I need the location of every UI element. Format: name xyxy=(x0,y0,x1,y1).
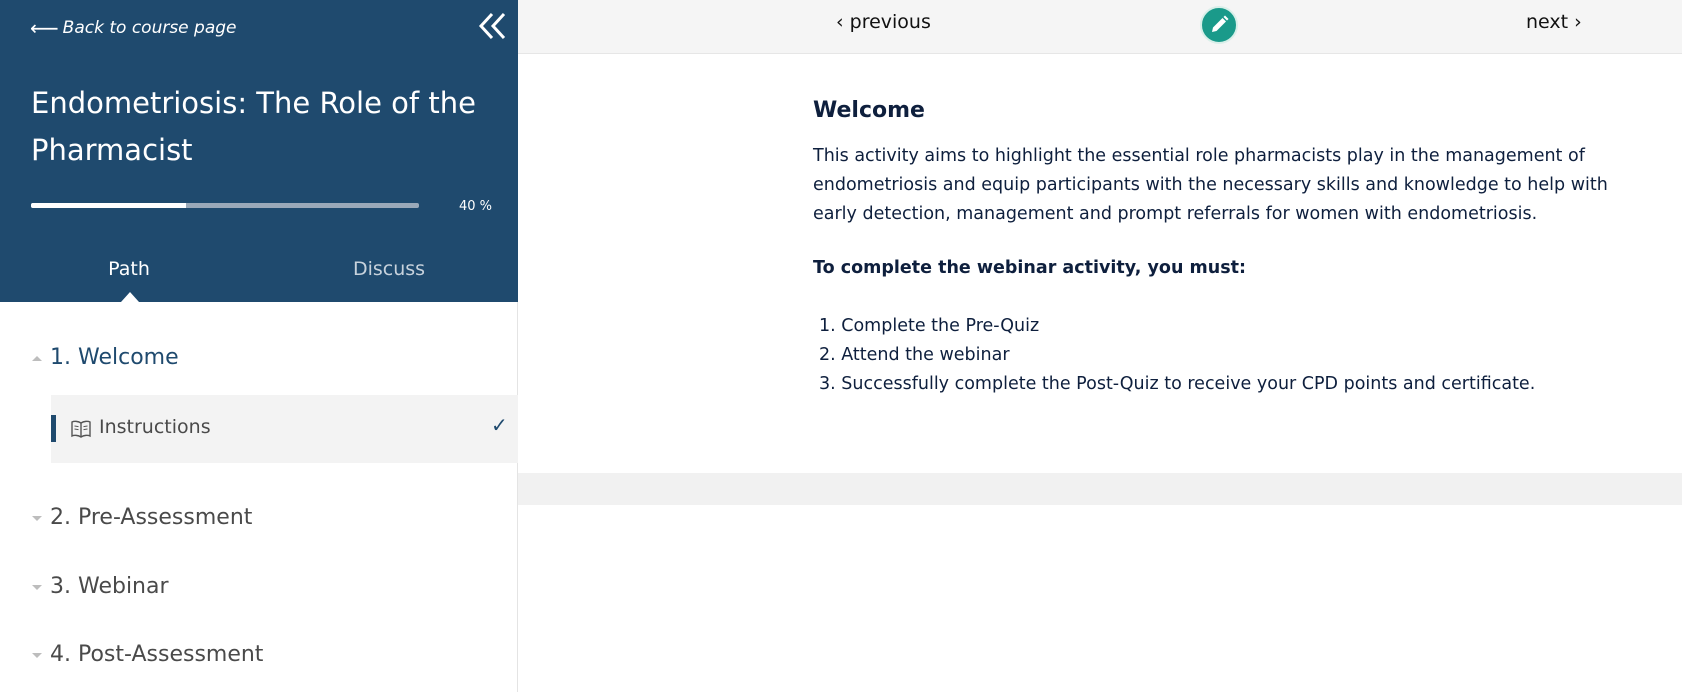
caret-down-icon xyxy=(32,652,42,658)
requirements-list: 1. Complete the Pre-Quiz 2. Attend the w… xyxy=(813,312,1643,399)
active-tab-indicator xyxy=(121,292,139,302)
list-item: 3. Successfully complete the Post-Quiz t… xyxy=(819,374,1536,394)
progress-percent: 40 % xyxy=(458,199,492,214)
section-pre-assessment[interactable]: 2. Pre-Assessment xyxy=(30,505,252,530)
arrow-left-icon: ⟵ xyxy=(30,16,59,40)
section-label: 1. Welcome xyxy=(50,345,179,370)
course-title: Endometriosis: The Role of the Pharmacis… xyxy=(31,86,476,167)
active-lesson-marker xyxy=(51,415,56,442)
back-to-course-link[interactable]: ⟵ Back to course page xyxy=(30,16,237,40)
caret-up-icon xyxy=(32,355,42,361)
section-label: 3. Webinar xyxy=(50,574,169,599)
lesson-intro: This activity aims to highlight the esse… xyxy=(813,146,1608,224)
list-item: 2. Attend the webinar xyxy=(819,345,1010,365)
sidebar-header: ⟵ Back to course page Endometriosis: The… xyxy=(0,0,518,302)
section-webinar[interactable]: 3. Webinar xyxy=(30,574,169,599)
lesson-title: Welcome xyxy=(813,98,925,123)
course-player: ⟵ Back to course page Endometriosis: The… xyxy=(0,0,1682,692)
list-item: 1. Complete the Pre-Quiz xyxy=(819,316,1040,336)
check-icon: ✓ xyxy=(491,413,508,437)
next-label: next xyxy=(1526,11,1569,33)
caret-down-icon xyxy=(32,584,42,590)
edit-button[interactable] xyxy=(1200,6,1238,44)
previous-button[interactable]: ‹ previous xyxy=(836,11,931,33)
lesson-content: Welcome This activity aims to highlight … xyxy=(813,96,1643,399)
back-link-label: Back to course page xyxy=(62,18,237,38)
lesson-label: Instructions xyxy=(99,416,211,438)
lesson-nav-bar xyxy=(518,0,1682,54)
book-icon xyxy=(71,420,91,438)
next-button[interactable]: next › xyxy=(1526,11,1582,33)
caret-down-icon xyxy=(32,515,42,521)
chevron-right-icon: › xyxy=(1568,11,1582,33)
section-post-assessment[interactable]: 4. Post-Assessment xyxy=(30,642,263,667)
requirements-heading: To complete the webinar activity, you mu… xyxy=(813,258,1246,278)
chevron-left-icon: ‹ xyxy=(836,11,850,33)
previous-label: previous xyxy=(849,11,931,33)
tab-discuss[interactable]: Discuss xyxy=(289,258,489,288)
section-label: 2. Pre-Assessment xyxy=(50,505,253,530)
course-sidebar: ⟵ Back to course page Endometriosis: The… xyxy=(0,0,518,692)
section-welcome[interactable]: 1. Welcome xyxy=(30,345,179,370)
section-label: 4. Post-Assessment xyxy=(50,642,264,667)
collapse-sidebar-icon[interactable] xyxy=(478,12,508,40)
lesson-item-instructions[interactable]: Instructions ✓ xyxy=(51,395,518,463)
pencil-icon xyxy=(1212,15,1229,32)
content-footer-band xyxy=(518,473,1682,505)
progress-bar-fill xyxy=(31,203,187,208)
progress-bar xyxy=(31,203,419,208)
tab-path[interactable]: Path xyxy=(29,258,229,288)
